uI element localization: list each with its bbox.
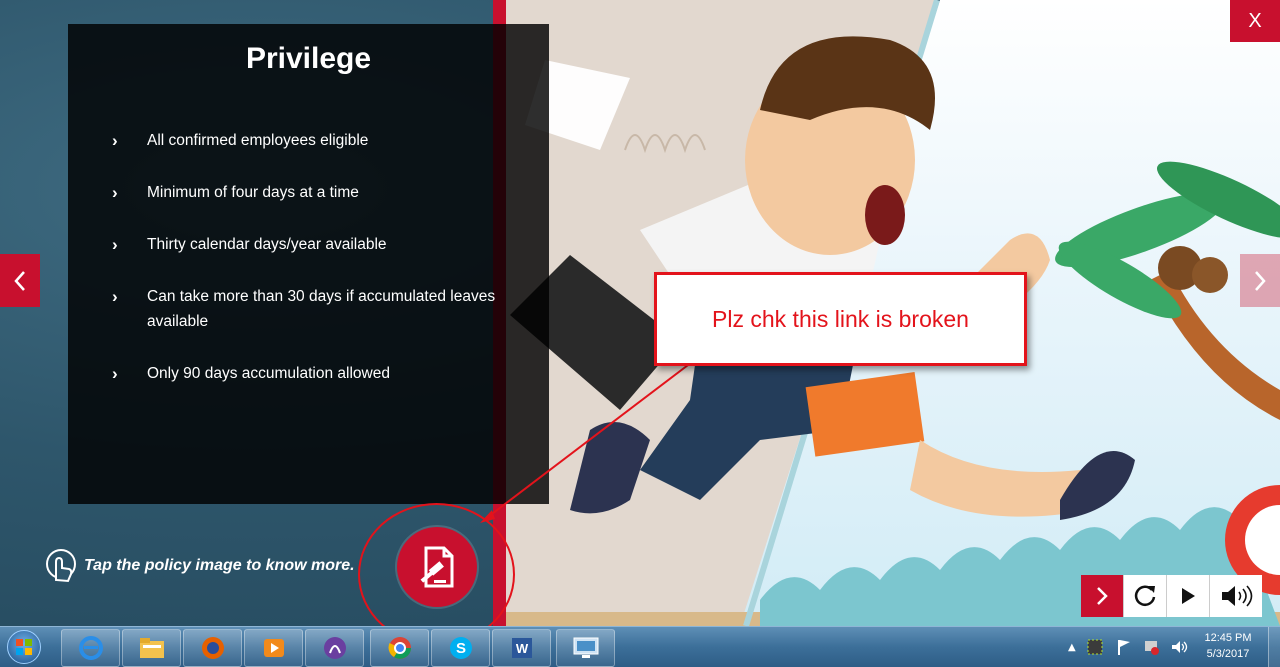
bullet-list: › All confirmed employees eligible › Minim…: [112, 128, 512, 413]
system-tray: ▲: [1068, 627, 1188, 667]
close-button[interactable]: X: [1230, 0, 1280, 42]
taskbar: S W ▲ 12:45 PM 5/3/2017: [0, 626, 1280, 667]
list-item: › All confirmed employees eligible: [112, 128, 512, 153]
taskbar-app-media[interactable]: [244, 629, 303, 667]
chevron-right-icon: ›: [112, 183, 118, 202]
chevron-right-icon: ›: [112, 131, 118, 150]
skype-icon: S: [449, 637, 472, 659]
annotation-text: Plz chk this link is broken: [712, 305, 969, 332]
chevron-right-icon: [1255, 270, 1266, 291]
taskbar-app-word[interactable]: W: [492, 629, 551, 667]
media-player-icon: [263, 639, 284, 657]
taskbar-app-chrome[interactable]: [370, 629, 429, 667]
speaker-icon[interactable]: [1170, 638, 1188, 656]
chrome-icon: [388, 637, 411, 659]
annotation-circle: [358, 503, 515, 626]
previous-slide-button[interactable]: [0, 254, 40, 307]
taskbar-app-skype[interactable]: S: [431, 629, 490, 667]
tap-hint: Tap the policy image to know more.: [44, 548, 355, 584]
taskbar-clock[interactable]: 12:45 PM 5/3/2017: [1196, 630, 1260, 662]
torrent-icon: [323, 637, 346, 659]
svg-text:S: S: [455, 640, 465, 657]
chevron-right-icon: ›: [112, 364, 118, 383]
firefox-icon: [201, 637, 224, 659]
tap-hand-icon: [46, 549, 76, 583]
flag-icon[interactable]: [1116, 638, 1132, 656]
show-desktop-button[interactable]: [1268, 627, 1280, 667]
annotation-note: Plz chk this link is broken: [654, 272, 1027, 366]
volume-icon: [1222, 585, 1253, 607]
windows-logo-icon: [7, 630, 41, 664]
taskbar-app-firefox[interactable]: [183, 629, 242, 667]
list-item: › Minimum of four days at a time: [112, 180, 512, 205]
network-warning-icon[interactable]: [1142, 638, 1160, 656]
replay-icon: [1134, 585, 1156, 606]
tap-hint-text: Tap the policy image to know more.: [84, 557, 355, 574]
word-icon: W: [511, 638, 532, 658]
svg-text:W: W: [515, 641, 528, 656]
playback-controls: [1081, 575, 1262, 617]
next-button[interactable]: [1081, 575, 1123, 617]
taskbar-app-torrent[interactable]: [305, 629, 364, 667]
list-item: › Can take more than 30 days if accumulat…: [112, 284, 512, 334]
next-slide-button[interactable]: [1240, 254, 1280, 307]
volume-button[interactable]: [1209, 575, 1262, 617]
chevron-right-icon: ›: [112, 287, 118, 306]
tray-expand-icon[interactable]: ▲: [1068, 642, 1076, 653]
replay-button[interactable]: [1123, 575, 1166, 617]
play-button[interactable]: [1166, 575, 1209, 617]
chevron-left-icon: [14, 270, 25, 291]
play-icon: [1182, 588, 1195, 604]
taskbar-app-explorer[interactable]: [122, 629, 181, 667]
clock-time: 12:45 PM: [1204, 632, 1252, 644]
content-panel: Privilege › All confirmed employees eligi…: [68, 24, 549, 504]
internet-explorer-icon: [78, 636, 103, 660]
clock-date: 5/3/2017: [1206, 648, 1250, 660]
course-slide: Privilege › All confirmed employees eligi…: [0, 0, 1280, 626]
chevron-right-icon: ›: [112, 235, 118, 254]
tray-app-icon[interactable]: [1086, 638, 1104, 656]
taskbar-app-remote[interactable]: [556, 629, 615, 667]
taskbar-app-ie[interactable]: [61, 629, 120, 667]
next-icon: [1097, 587, 1108, 605]
remote-desktop-icon: [573, 637, 598, 658]
file-explorer-icon: [139, 638, 164, 658]
list-item: › Only 90 days accumulation allowed: [112, 361, 512, 386]
panel-title: Privilege: [245, 42, 372, 75]
start-button[interactable]: [2, 628, 46, 666]
list-item: › Thirty calendar days/year available: [112, 232, 512, 257]
